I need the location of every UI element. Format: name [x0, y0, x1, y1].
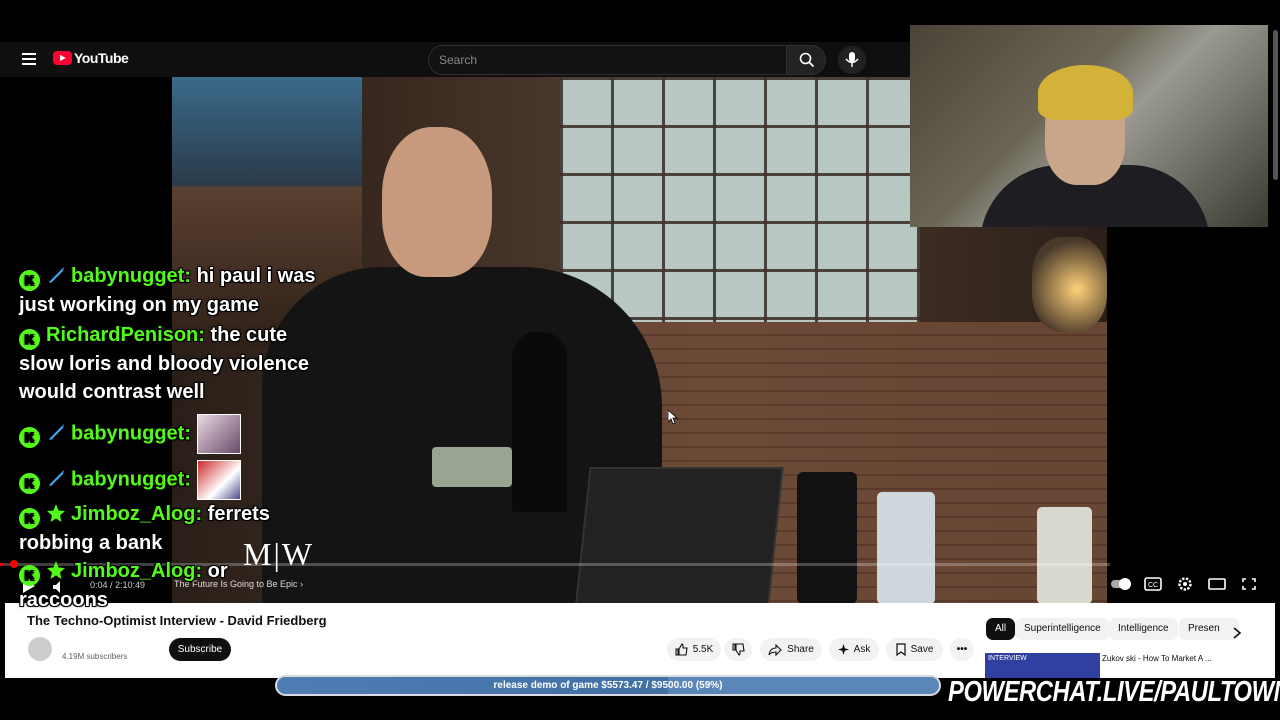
- microphone-icon: [845, 52, 859, 67]
- chat-username: babynugget: [71, 265, 185, 287]
- chat-username: babynugget: [71, 468, 185, 491]
- search-icon: [799, 52, 815, 68]
- chip-superintelligence[interactable]: Superintelligence: [1015, 618, 1110, 640]
- drink-can: [877, 492, 935, 604]
- recommended-video-title[interactable]: Zukov ski - How To Market A ...: [1102, 654, 1242, 676]
- autoplay-toggle-icon[interactable]: [1110, 576, 1132, 592]
- streamer-webcam: [910, 25, 1268, 227]
- kick-badge-icon: K: [19, 565, 40, 586]
- drink-can: [1037, 507, 1092, 604]
- tablet-device: [574, 467, 784, 604]
- more-dots-icon: •••: [956, 644, 968, 655]
- ask-button[interactable]: Ask: [829, 638, 879, 661]
- chat-message: Kbabynugget:: [19, 460, 319, 500]
- hamburger-menu-icon[interactable]: [22, 53, 36, 65]
- thumbs-up-icon: [675, 643, 688, 656]
- chip-all[interactable]: All: [986, 618, 1016, 640]
- save-button[interactable]: Save: [886, 638, 943, 661]
- chat-username: Jimboz_Alog: [71, 560, 196, 582]
- chat-message: K RichardPenison: the cute slow loris and…: [19, 324, 310, 403]
- subscriber-count: 4.19M subscribers: [62, 652, 128, 661]
- channel-avatar[interactable]: [28, 637, 52, 661]
- chip-intelligence[interactable]: Intelligence: [1109, 618, 1178, 640]
- kick-badge-icon: K: [19, 329, 40, 350]
- star-badge-icon: [47, 561, 65, 579]
- kick-badge-icon: K: [19, 473, 40, 495]
- podcast-microphone: [512, 332, 567, 512]
- player-right-controls: CC: [1100, 576, 1260, 592]
- chat-username: babynugget: [71, 422, 185, 445]
- search-button[interactable]: [786, 45, 826, 75]
- donation-goal-bar: release demo of game $5573.47 / $9500.00…: [275, 675, 941, 696]
- kick-badge-icon: K: [19, 427, 40, 449]
- powerchat-promo: POWERCHAT.LIVE/PAULTOWN: [948, 676, 1280, 708]
- more-actions-button[interactable]: •••: [950, 638, 974, 661]
- share-button[interactable]: Share: [760, 638, 822, 661]
- like-count: 5.5K: [692, 644, 714, 655]
- sword-badge-icon: [49, 424, 64, 441]
- chat-username: RichardPenison: [46, 324, 199, 346]
- chip-presen[interactable]: Presen: [1179, 618, 1239, 640]
- subscribe-button[interactable]: Subscribe: [169, 638, 231, 661]
- sparkle-icon: [837, 644, 849, 655]
- share-icon: [768, 643, 782, 656]
- voice-search-button[interactable]: [838, 46, 866, 74]
- theater-mode-icon[interactable]: [1206, 576, 1228, 592]
- dislike-button[interactable]: [724, 638, 752, 661]
- star-badge-icon: [47, 504, 65, 522]
- youtube-wordmark: YouTube: [74, 50, 129, 66]
- studio-lamp: [1032, 237, 1107, 332]
- kick-badge-icon: K: [19, 270, 40, 291]
- save-label: Save: [910, 644, 934, 655]
- chat-message: Kbabynugget: hi paul i was just working …: [19, 265, 316, 316]
- chat-message: K Jimboz_Alog: or raccoons: [19, 560, 228, 611]
- mouse-cursor-icon: [668, 410, 678, 424]
- kick-badge-icon: K: [19, 508, 40, 529]
- recommended-video-thumbnail[interactable]: INTERVIEW: [985, 653, 1100, 678]
- progress-played: [0, 563, 4, 566]
- yellow-cap: [1038, 65, 1133, 120]
- youtube-logo[interactable]: YouTube: [53, 50, 129, 66]
- search-input[interactable]: [429, 46, 771, 74]
- goal-text: release demo of game $5573.47 / $9500.00…: [493, 680, 723, 691]
- captions-icon[interactable]: CC: [1142, 576, 1164, 592]
- youtube-play-icon: [53, 51, 72, 65]
- chat-message: K Jimboz_Alog: ferrets robbing a bank: [19, 503, 270, 554]
- search-box: [428, 45, 788, 75]
- chat-username: Jimboz_Alog: [71, 503, 196, 525]
- share-label: Share: [787, 644, 814, 655]
- thumbs-down-icon: [731, 643, 745, 656]
- ask-label: Ask: [853, 644, 871, 655]
- progress-scrubber[interactable]: [10, 560, 18, 568]
- video-title: The Techno-Optimist Interview - David Fr…: [27, 613, 327, 628]
- page-scrollbar[interactable]: [1273, 30, 1278, 180]
- bookmark-icon: [895, 643, 906, 656]
- chat-emote: [196, 414, 241, 454]
- tumbler-cup: [797, 472, 857, 604]
- chat-overlay: Kbabynugget: hi paul i was just working …: [19, 262, 319, 614]
- sword-badge-icon: [49, 267, 64, 283]
- settings-gear-icon[interactable]: [1174, 576, 1196, 592]
- chat-emote: [196, 460, 241, 500]
- chevron-right-icon[interactable]: [1232, 627, 1242, 639]
- chat-message: Kbabynugget:: [19, 414, 319, 454]
- sword-badge-icon: [49, 470, 64, 487]
- youtube-header: YouTube: [0, 42, 910, 77]
- like-button[interactable]: 5.5K: [667, 638, 721, 661]
- fullscreen-icon[interactable]: [1238, 576, 1260, 592]
- svg-text:CC: CC: [1148, 582, 1158, 589]
